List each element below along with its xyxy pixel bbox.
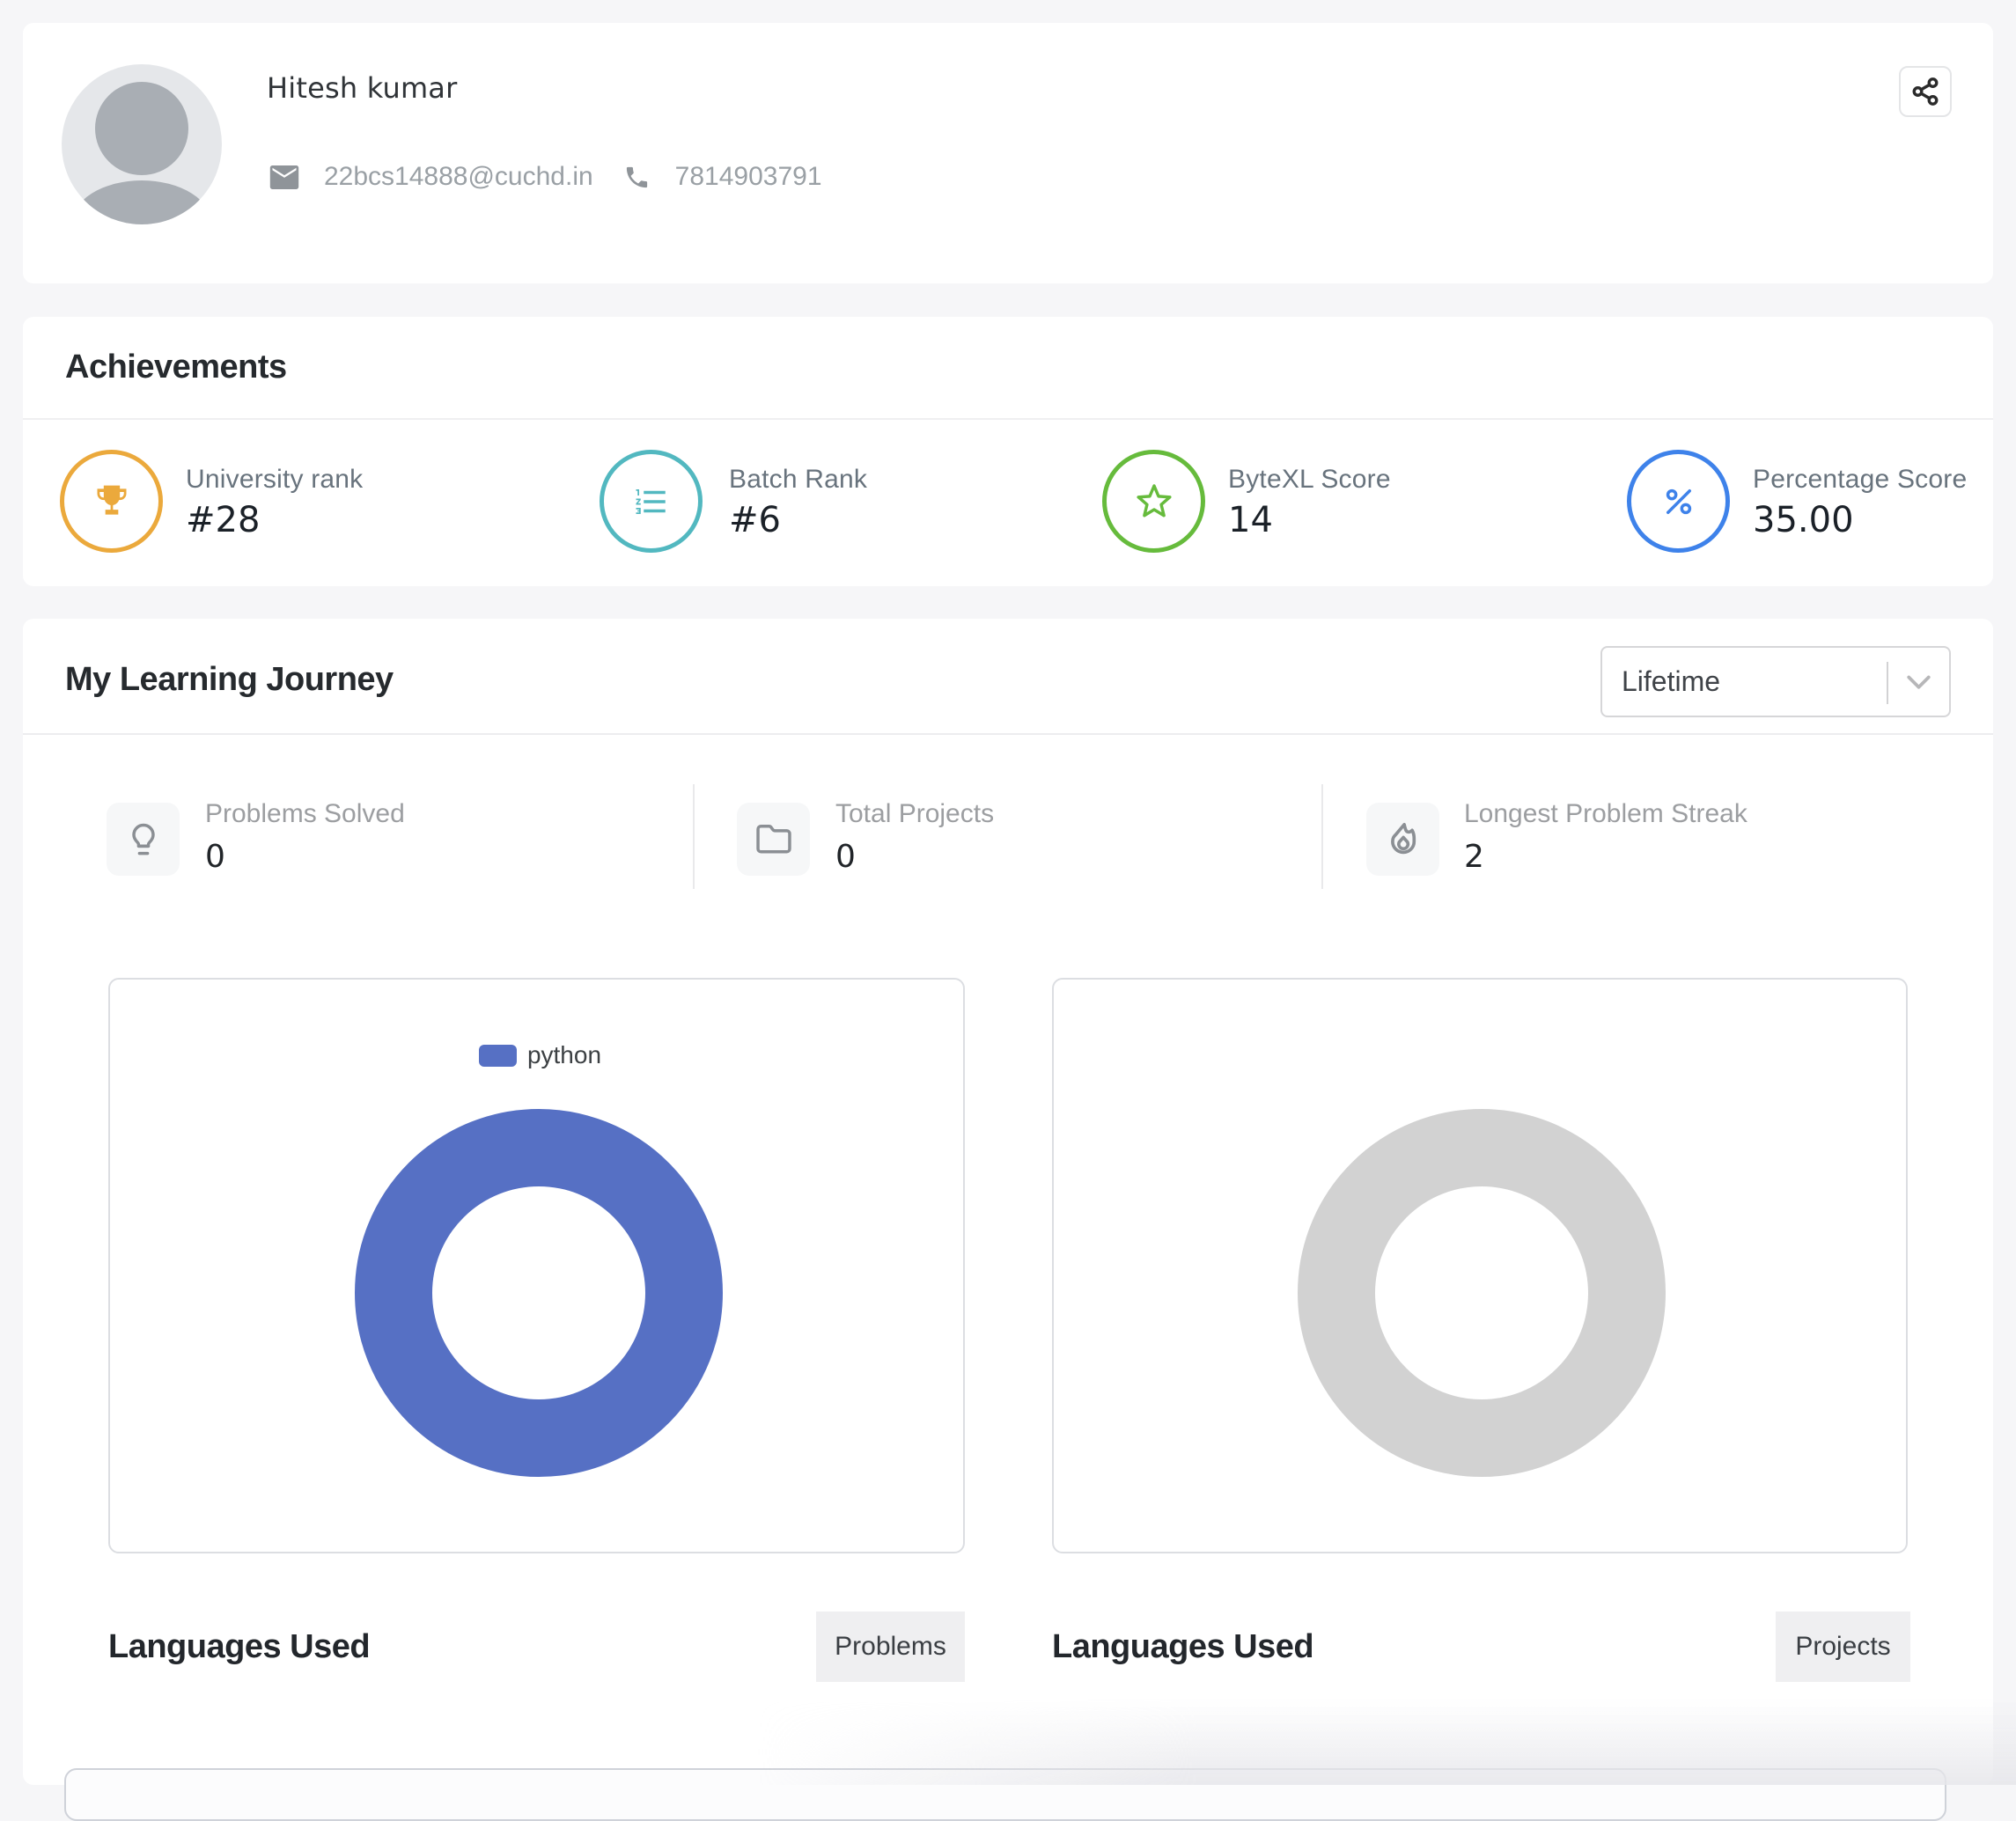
learning-journey-title: My Learning Journey — [65, 661, 394, 699]
email-icon — [269, 165, 299, 189]
achievements-title: Achievements — [65, 349, 287, 386]
avatar — [62, 64, 222, 224]
lightbulb-icon — [124, 820, 163, 859]
journey-stat-text: Longest Problem Streak 2 — [1464, 799, 1747, 875]
time-range-select[interactable]: Lifetime — [1600, 646, 1951, 717]
share-button[interactable] — [1899, 66, 1952, 117]
languages-used-title-projects: Languages Used — [1052, 1628, 1313, 1666]
legend-label: python — [527, 1041, 601, 1069]
person-icon — [62, 64, 222, 224]
journey-divider — [23, 733, 1993, 735]
phone-icon — [623, 164, 651, 191]
time-range-value: Lifetime — [1622, 665, 1720, 698]
journey-stat-icon — [107, 803, 180, 876]
problems-languages-chart: python — [108, 978, 965, 1553]
legend-swatch — [479, 1045, 517, 1067]
achievement-text: University rank #28 — [186, 465, 363, 540]
journey-stat-label: Total Projects — [835, 799, 994, 829]
doughnut-chart-problems — [354, 1108, 724, 1478]
stat-divider — [693, 784, 695, 889]
profile-email: 22bcs14888@cuchd.in — [324, 162, 593, 192]
achievement-value: 14 — [1228, 500, 1391, 540]
achievement-label: Percentage Score — [1753, 465, 1967, 495]
achievement-circle — [1627, 450, 1730, 553]
journey-stat-value: 2 — [1464, 839, 1747, 875]
achievements-divider — [23, 418, 1993, 420]
star-icon — [1134, 481, 1174, 522]
chart-legend[interactable]: python — [114, 1041, 967, 1069]
profile-name: Hitesh kumar — [267, 71, 457, 105]
journey-stat-text: Problems Solved 0 — [205, 799, 405, 875]
problems-tag[interactable]: Problems — [816, 1612, 965, 1682]
percent-icon — [1660, 483, 1697, 520]
achievement-circle — [600, 450, 703, 553]
journey-stat-icon — [1366, 803, 1439, 876]
profile-card: Hitesh kumar 22bcs14888@cuchd.in 7814903… — [23, 23, 1993, 283]
journey-stat-label: Problems Solved — [205, 799, 405, 829]
achievement-circle — [1102, 450, 1205, 553]
doughnut-chart-projects — [1297, 1108, 1667, 1478]
chevron-down-icon — [1907, 675, 1931, 690]
achievement-text: Percentage Score 35.00 — [1753, 465, 1967, 540]
select-divider — [1887, 662, 1888, 704]
achievement-label: Batch Rank — [729, 465, 867, 495]
achievement-value: #28 — [186, 500, 363, 540]
share-icon — [1910, 77, 1940, 106]
achievement-label: University rank — [186, 465, 363, 495]
learning-journey-card: My Learning Journey Lifetime Problems So… — [23, 619, 1993, 1785]
achievement-label: ByteXL Score — [1228, 465, 1391, 495]
languages-table-box — [64, 1768, 1946, 1821]
journey-stat-text: Total Projects 0 — [835, 799, 994, 875]
stat-divider — [1321, 784, 1323, 889]
profile-phone: 7814903791 — [675, 162, 822, 192]
projects-languages-chart — [1052, 978, 1908, 1553]
journey-stat-icon — [737, 803, 810, 876]
achievement-circle — [60, 450, 163, 553]
achievement-text: ByteXL Score 14 — [1228, 465, 1391, 540]
trophy-icon — [92, 482, 131, 521]
achievement-value: #6 — [729, 500, 867, 540]
folder-icon — [754, 820, 793, 859]
journey-stat-value: 0 — [205, 839, 405, 875]
email-item: 22bcs14888@cuchd.in — [269, 162, 593, 192]
phone-item: 7814903791 — [623, 162, 822, 192]
projects-tag[interactable]: Projects — [1776, 1612, 1910, 1682]
achievement-text: Batch Rank #6 — [729, 465, 867, 540]
journey-stat-label: Longest Problem Streak — [1464, 799, 1747, 829]
flame-icon — [1384, 820, 1423, 859]
languages-used-title-problems: Languages Used — [108, 1628, 370, 1666]
achievements-card: Achievements University rank #28 Batch Ran… — [23, 317, 1993, 586]
numbered-list-icon — [633, 483, 670, 520]
achievement-value: 35.00 — [1753, 500, 1967, 540]
journey-stat-value: 0 — [835, 839, 994, 875]
contact-row: 22bcs14888@cuchd.in 7814903791 — [269, 162, 822, 192]
